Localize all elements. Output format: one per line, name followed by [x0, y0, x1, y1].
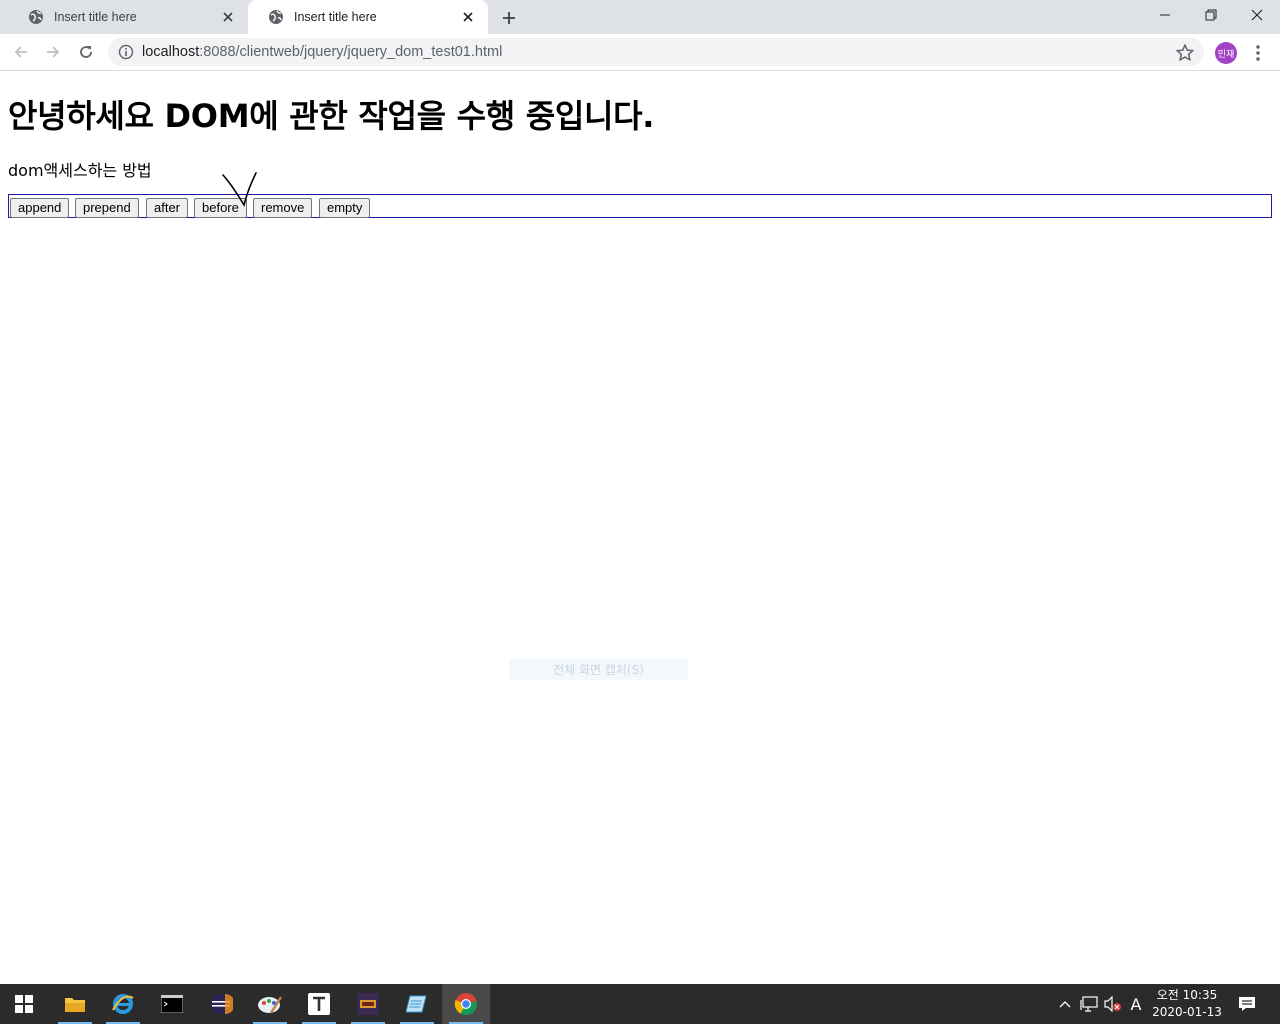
arrow-right-icon	[47, 46, 60, 58]
volume-muted-icon	[1104, 996, 1121, 1012]
browser-toolbar: localhost:8088/clientweb/jquery/jquery_d…	[0, 34, 1280, 71]
before-button[interactable]: before	[194, 198, 247, 218]
notification-icon	[1239, 997, 1255, 1011]
capture-tooltip: 전체 화면 캡처(S)	[509, 659, 688, 680]
paint-icon	[258, 996, 283, 1014]
chrome-icon	[454, 993, 477, 1015]
close-window-button[interactable]	[1234, 0, 1280, 30]
new-tab-button[interactable]	[498, 7, 520, 29]
game-icon	[357, 993, 379, 1015]
terminal-icon	[161, 995, 183, 1013]
clock-date: 2020-01-13	[1152, 1005, 1222, 1019]
internet-explorer-icon	[112, 994, 134, 1014]
taskbar-game[interactable]	[344, 984, 392, 1024]
browser-menu-button[interactable]	[1250, 42, 1266, 64]
taskbar-paint[interactable]	[246, 984, 294, 1024]
action-center-button[interactable]	[1232, 984, 1262, 1024]
minimize-icon	[1160, 14, 1170, 16]
taskbar-notepad[interactable]	[393, 984, 441, 1024]
more-vert-icon	[1256, 45, 1260, 61]
typora-icon	[308, 993, 330, 1015]
prepend-button[interactable]: prepend	[75, 198, 139, 218]
tab-active[interactable]: Insert title here	[248, 0, 488, 34]
system-clock[interactable]: 오전 10:35 2020-01-13	[1150, 987, 1224, 1021]
remove-button[interactable]: remove	[253, 198, 313, 218]
tab-close-icon[interactable]	[460, 9, 476, 25]
show-hidden-icons-button[interactable]	[1056, 984, 1074, 1024]
tab-close-icon[interactable]	[220, 9, 236, 25]
back-button[interactable]	[8, 39, 34, 65]
minimize-button[interactable]	[1142, 0, 1188, 30]
network-status[interactable]	[1078, 984, 1100, 1024]
plus-icon	[503, 12, 515, 24]
restore-icon	[1205, 9, 1217, 21]
url-host: localhost	[142, 44, 200, 60]
after-button[interactable]: after	[146, 198, 189, 218]
web-page: 안녕하세요 DOM에 관한 작업을 수행 중입니다. dom액세스하는 방법 a…	[0, 71, 1280, 984]
reload-button[interactable]	[73, 39, 99, 65]
chevron-up-icon	[1059, 1001, 1071, 1008]
notepad-icon	[406, 995, 427, 1013]
page-heading: 안녕하세요 DOM에 관한 작업을 수행 중입니다.	[8, 97, 655, 135]
info-icon[interactable]	[118, 44, 134, 60]
ime-indicator[interactable]: A	[1126, 984, 1146, 1024]
folder-icon	[65, 998, 85, 1012]
taskbar: A 오전 10:35 2020-01-13	[0, 984, 1280, 1024]
taskbar-internet-explorer[interactable]	[99, 984, 147, 1024]
tab-strip: Insert title here Insert title here	[0, 0, 1280, 34]
clock-time: 오전 10:35	[1156, 988, 1218, 1002]
page-subtitle: dom액세스하는 방법	[8, 161, 152, 180]
reload-icon	[80, 46, 92, 58]
start-button[interactable]	[0, 984, 48, 1024]
taskbar-chrome[interactable]	[442, 984, 490, 1024]
network-icon	[1080, 996, 1098, 1012]
empty-button[interactable]: empty	[319, 198, 371, 218]
globe-icon	[269, 10, 283, 24]
close-icon	[1251, 9, 1263, 21]
tab-inactive[interactable]: Insert title here	[8, 0, 248, 34]
tab-title: Insert title here	[294, 10, 377, 24]
tab-title: Insert title here	[54, 10, 137, 24]
taskbar-command-prompt[interactable]	[148, 984, 196, 1024]
taskbar-eclipse[interactable]	[197, 984, 245, 1024]
arrow-left-icon	[14, 46, 27, 58]
eclipse-icon	[211, 994, 233, 1014]
profile-avatar[interactable]: 민재	[1215, 42, 1237, 64]
taskbar-file-explorer[interactable]	[51, 984, 99, 1024]
bookmark-star-icon[interactable]	[1175, 43, 1195, 63]
forward-button[interactable]	[40, 39, 66, 65]
url-path: :8088/clientweb/jquery/jquery_dom_test01…	[199, 44, 503, 60]
volume-status[interactable]	[1102, 984, 1124, 1024]
restore-button[interactable]	[1188, 0, 1234, 30]
append-button[interactable]: append	[10, 198, 70, 218]
windows-icon	[15, 995, 33, 1013]
button-container: append prepend after before remove empty	[8, 194, 1272, 218]
globe-icon	[29, 10, 43, 24]
taskbar-typora[interactable]	[295, 984, 343, 1024]
address-bar[interactable]: localhost:8088/clientweb/jquery/jquery_d…	[108, 38, 1204, 66]
